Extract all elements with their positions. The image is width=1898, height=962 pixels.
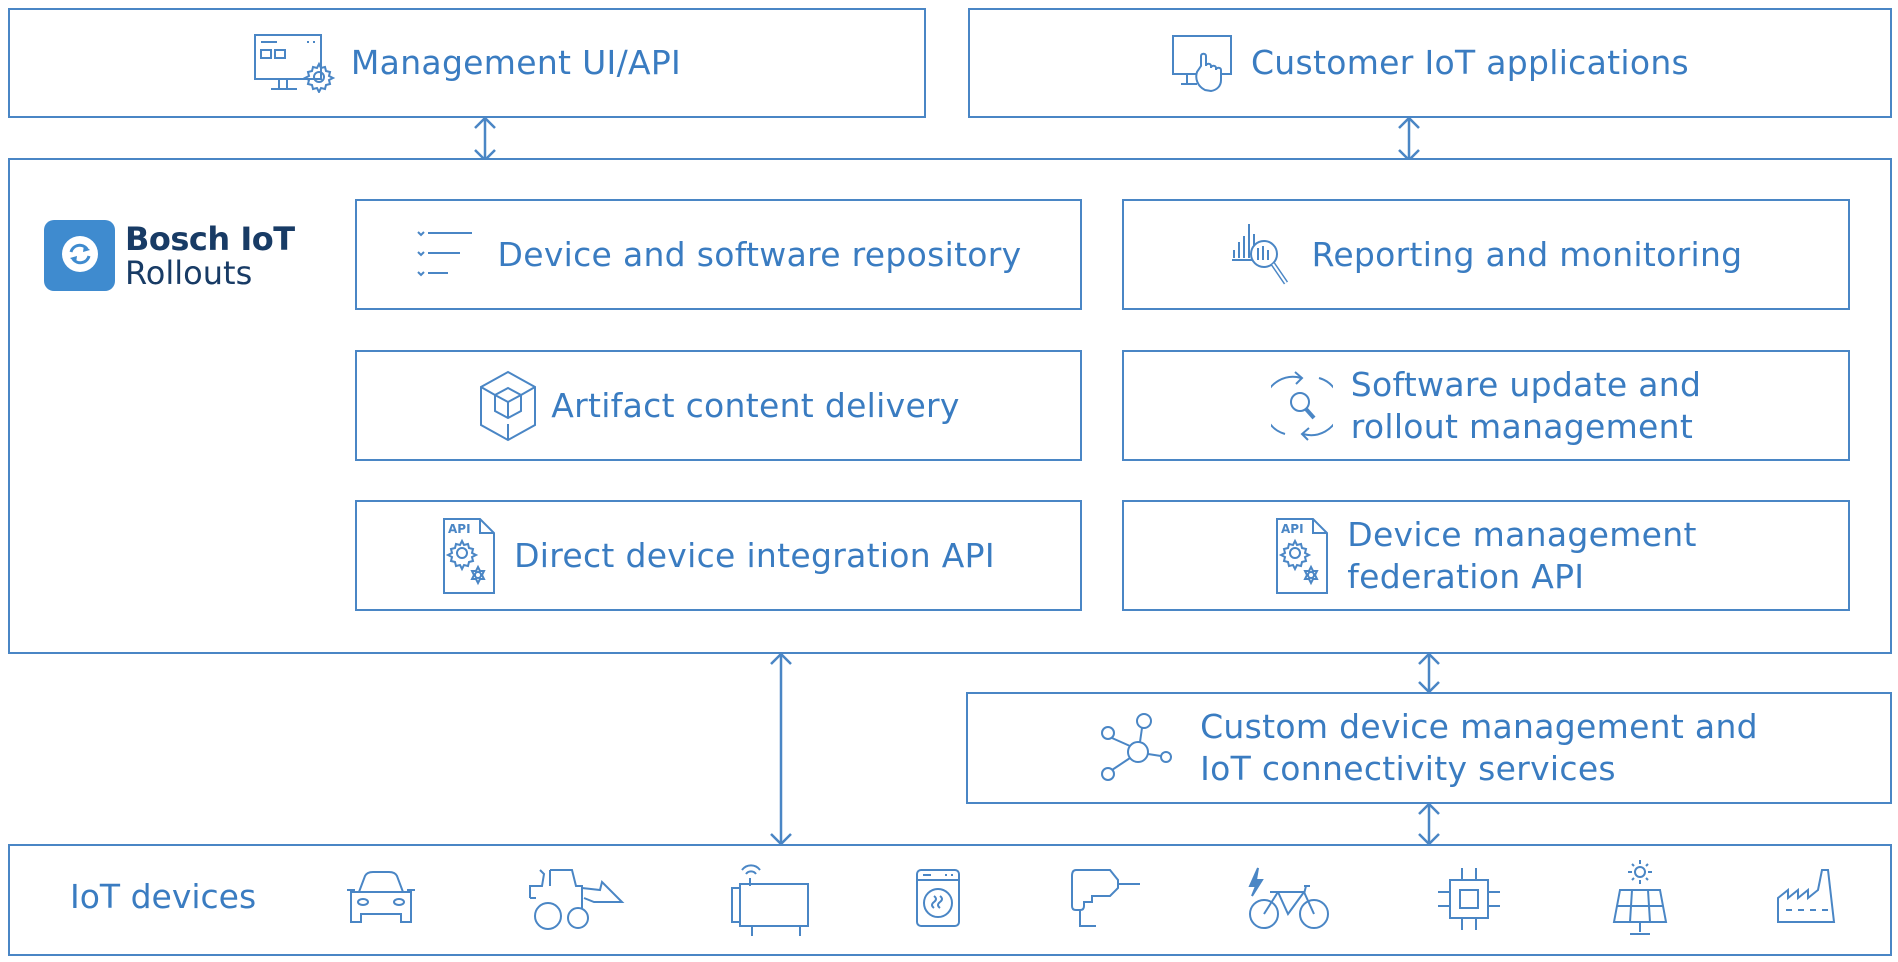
management-to-platform-arrow — [474, 116, 496, 162]
customer-iot-applications-box: Customer IoT applications — [968, 8, 1892, 118]
platform-to-connectivity-arrow — [1418, 652, 1440, 694]
service-label-line-1: Software update and — [1350, 364, 1702, 404]
api-document-icon: API — [442, 517, 498, 595]
solar-panel-icon — [1608, 860, 1668, 942]
car-icon — [345, 870, 417, 934]
service-reporting-monitoring: Reporting and monitoring — [1122, 199, 1850, 310]
touch-screen-icon — [1171, 34, 1237, 92]
service-label: Direct device integration API — [514, 535, 995, 575]
customer-iot-applications-label: Customer IoT applications — [1250, 43, 1690, 82]
svg-text:API: API — [1281, 522, 1304, 536]
chart-magnifier-icon — [1230, 220, 1300, 290]
checklist-icon — [416, 228, 476, 282]
connectivity-label-line-1: Custom device management and — [1200, 707, 1758, 746]
logo-brand: Bosch IoT — [125, 219, 295, 258]
network-nodes-icon — [1100, 712, 1174, 784]
bosch-iot-rollouts-logo: Bosch IoT Rollouts — [44, 220, 295, 291]
washing-machine-icon — [915, 868, 963, 934]
platform-to-devices-arrow — [770, 652, 792, 846]
connectivity-label-line-2: IoT connectivity services — [1200, 749, 1616, 788]
service-device-management-federation-api: API Device management federation API — [1122, 500, 1850, 611]
iot-devices-label: IoT devices — [70, 877, 257, 916]
api-document-icon: API — [1275, 517, 1331, 595]
service-label-line-2: rollout management — [1350, 406, 1694, 446]
service-label: Artifact content delivery — [551, 385, 960, 425]
e-bike-icon — [1248, 866, 1332, 936]
service-device-software-repository: Device and software repository — [355, 199, 1082, 310]
tractor-loader-icon — [522, 868, 626, 936]
service-label-line-2: federation API — [1347, 556, 1585, 596]
management-ui-api-box: Management UI/API — [8, 8, 926, 118]
logo-badge — [44, 220, 115, 291]
service-direct-device-integration-api: API Direct device integration API — [355, 500, 1082, 611]
management-ui-api-label: Management UI/API — [350, 43, 682, 82]
service-label: Reporting and monitoring — [1311, 234, 1743, 274]
monitor-gear-icon — [253, 33, 339, 93]
drill-icon — [1070, 866, 1142, 934]
connected-box-icon — [728, 864, 812, 940]
custom-device-management-connectivity-box: Custom device management and IoT connect… — [966, 692, 1892, 804]
chip-icon — [1438, 866, 1502, 936]
svg-text:API: API — [448, 522, 471, 536]
factory-icon — [1776, 868, 1840, 932]
logo-product: Rollouts — [125, 253, 253, 292]
service-software-update-rollout-management: Software update and rollout management — [1122, 350, 1850, 461]
service-label: Device and software repository — [497, 234, 1022, 274]
refresh-search-icon — [1270, 370, 1333, 442]
customer-apps-to-platform-arrow — [1398, 116, 1420, 162]
cube-icon — [477, 370, 539, 442]
connectivity-to-devices-arrow — [1418, 802, 1440, 846]
service-artifact-content-delivery: Artifact content delivery — [355, 350, 1082, 461]
sync-icon — [60, 234, 100, 278]
service-label-line-1: Device management — [1347, 514, 1697, 554]
